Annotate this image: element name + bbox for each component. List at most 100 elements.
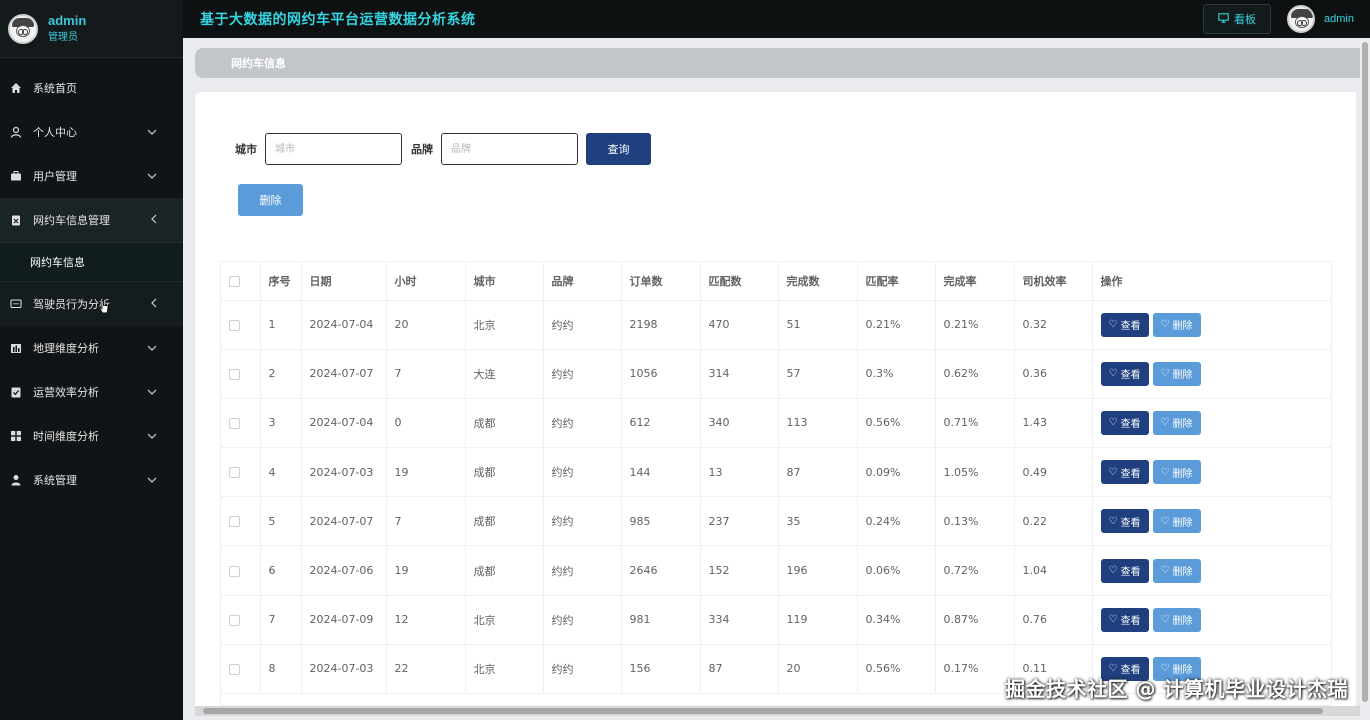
select-all-checkbox[interactable]: [229, 275, 240, 287]
row-select-cell[interactable]: [221, 398, 261, 449]
view-button[interactable]: ♡ 查看: [1100, 361, 1149, 386]
row-checkbox[interactable]: [229, 319, 240, 331]
delete-button[interactable]: ♡ 删除: [1152, 361, 1201, 386]
table-cell: 0.32: [1014, 300, 1093, 350]
sidebar-item-home[interactable]: 系统首页: [0, 66, 183, 110]
row-select-cell[interactable]: [221, 644, 261, 695]
sidebar-item-label: 系统首页: [33, 82, 77, 95]
row-checkbox[interactable]: [229, 417, 240, 429]
table-cell: 约约: [543, 595, 622, 645]
table-cell: 470: [700, 300, 779, 350]
sidebar-item-label: 系统管理: [33, 474, 77, 487]
table-cell: 0.72%: [935, 545, 1015, 596]
table-cell: 0.36: [1014, 349, 1093, 399]
vertical-scrollbar[interactable]: [1360, 40, 1370, 706]
sidebar-item-efficiency-analysis[interactable]: 运营效率分析: [0, 370, 183, 414]
table-cell: 成都: [465, 496, 544, 547]
table-row: 4 2024-07-03 19 成都 约约 144 13 87 0.09% 1.05% 0.49 ♡ 查…: [221, 447, 1331, 498]
header-avatar[interactable]: [1287, 5, 1316, 33]
table-cell: 0.21%: [857, 300, 936, 350]
header-username[interactable]: admin: [1324, 13, 1354, 25]
chevron-down-icon: [147, 475, 157, 486]
sidebar-item-geo-analysis[interactable]: 地理维度分析: [0, 326, 183, 370]
sidebar-subitem-car-info[interactable]: 网约车信息: [0, 242, 183, 282]
column-header: 匹配数: [700, 262, 779, 301]
delete-label: 删除: [1172, 370, 1193, 382]
table-cell: 2024-07-06: [301, 545, 387, 596]
row-select-cell[interactable]: [221, 545, 261, 596]
table-cell: 0.56%: [857, 398, 936, 449]
table-cell: 237: [700, 496, 779, 547]
batch-delete-button[interactable]: 删除: [238, 184, 303, 216]
delete-button[interactable]: ♡ 删除: [1152, 558, 1201, 583]
delete-button[interactable]: ♡ 删除: [1152, 460, 1201, 485]
sidebar-item-label: 运营效率分析: [33, 386, 99, 399]
sidebar-item-system-management[interactable]: 系统管理: [0, 458, 183, 502]
table-cell: 119: [778, 595, 858, 645]
table-cell: 约约: [543, 349, 622, 399]
delete-button[interactable]: ♡ 删除: [1152, 607, 1201, 632]
table-cell: 北京: [465, 300, 544, 350]
sidebar-item-driver-behavior[interactable]: 驾驶员行为分析: [0, 282, 183, 326]
sidebar: admin 管理员 系统首页 个人中心 用户管理 网约车信息管理 网约车信息 驾…: [0, 0, 183, 720]
column-header: 司机效率: [1014, 262, 1093, 301]
row-select-cell[interactable]: [221, 496, 261, 547]
table-header-row: 序号 日期 小时 城市 品牌 订单数 匹配数 完成数 匹配率 完成率 司机效率 …: [221, 262, 1331, 301]
heart-icon: ♡: [1160, 565, 1170, 577]
row-checkbox[interactable]: [229, 516, 240, 528]
row-actions: ♡ 查看 ♡ 删除: [1092, 545, 1331, 596]
brand-input[interactable]: [441, 133, 578, 165]
table-cell: 2024-07-04: [301, 300, 387, 350]
table-cell: 1: [260, 300, 302, 350]
row-checkbox[interactable]: [229, 467, 240, 479]
column-header: 品牌: [543, 262, 622, 301]
sidebar-item-user-management[interactable]: 用户管理: [0, 154, 183, 198]
row-select-cell[interactable]: [221, 595, 261, 645]
view-button[interactable]: ♡ 查看: [1100, 558, 1149, 583]
sidebar-item-profile-center[interactable]: 个人中心: [0, 110, 183, 154]
delete-button[interactable]: ♡ 删除: [1152, 509, 1201, 534]
table-row: 3 2024-07-04 0 成都 约约 612 340 113 0.56% 0.71% 1.43 ♡…: [221, 398, 1331, 449]
view-button[interactable]: ♡ 查看: [1100, 509, 1149, 534]
sidebar-item-car-info-management[interactable]: 网约车信息管理: [0, 198, 183, 242]
row-checkbox[interactable]: [229, 368, 240, 380]
table-cell: 约约: [543, 644, 622, 695]
table-cell: 87: [778, 447, 858, 498]
view-button[interactable]: ♡ 查看: [1100, 607, 1149, 632]
row-checkbox[interactable]: [229, 663, 240, 675]
table-cell: 8: [260, 644, 302, 695]
app-title: 基于大数据的网约车平台运营数据分析系统: [200, 12, 476, 28]
horizontal-scrollbar[interactable]: [195, 706, 1360, 716]
query-button[interactable]: 查询: [586, 133, 651, 165]
table-cell: 20: [778, 644, 858, 695]
table-cell: 334: [700, 595, 779, 645]
view-button[interactable]: ♡ 查看: [1100, 312, 1149, 337]
delete-button[interactable]: ♡ 删除: [1152, 410, 1201, 435]
sidebar-item-label: 地理维度分析: [33, 342, 99, 355]
delete-label: 删除: [1172, 468, 1193, 480]
chevron-down-icon: [147, 387, 157, 398]
select-all-cell[interactable]: [221, 262, 261, 301]
delete-button[interactable]: ♡ 删除: [1152, 312, 1201, 337]
table-cell: 0.24%: [857, 496, 936, 547]
row-actions: ♡ 查看 ♡ 删除: [1092, 447, 1331, 498]
view-button[interactable]: ♡ 查看: [1100, 410, 1149, 435]
table-cell: 约约: [543, 300, 622, 350]
row-checkbox[interactable]: [229, 565, 240, 577]
heart-icon: ♡: [1108, 319, 1118, 331]
row-actions: ♡ 查看 ♡ 删除: [1092, 595, 1331, 645]
row-actions: ♡ 查看 ♡ 删除: [1092, 300, 1331, 350]
kanban-button[interactable]: 看板: [1203, 4, 1272, 34]
table-cell: 612: [621, 398, 701, 449]
row-select-cell[interactable]: [221, 447, 261, 498]
table-cell: 0.09%: [857, 447, 936, 498]
row-checkbox[interactable]: [229, 614, 240, 626]
sidebar-item-time-analysis[interactable]: 时间维度分析: [0, 414, 183, 458]
heart-icon: ♡: [1160, 515, 1170, 527]
row-select-cell[interactable]: [221, 300, 261, 350]
row-select-cell[interactable]: [221, 349, 261, 399]
heart-icon: ♡: [1108, 466, 1118, 478]
mouse-cursor-icon: [99, 300, 109, 314]
view-button[interactable]: ♡ 查看: [1100, 460, 1149, 485]
city-input[interactable]: [265, 133, 402, 165]
